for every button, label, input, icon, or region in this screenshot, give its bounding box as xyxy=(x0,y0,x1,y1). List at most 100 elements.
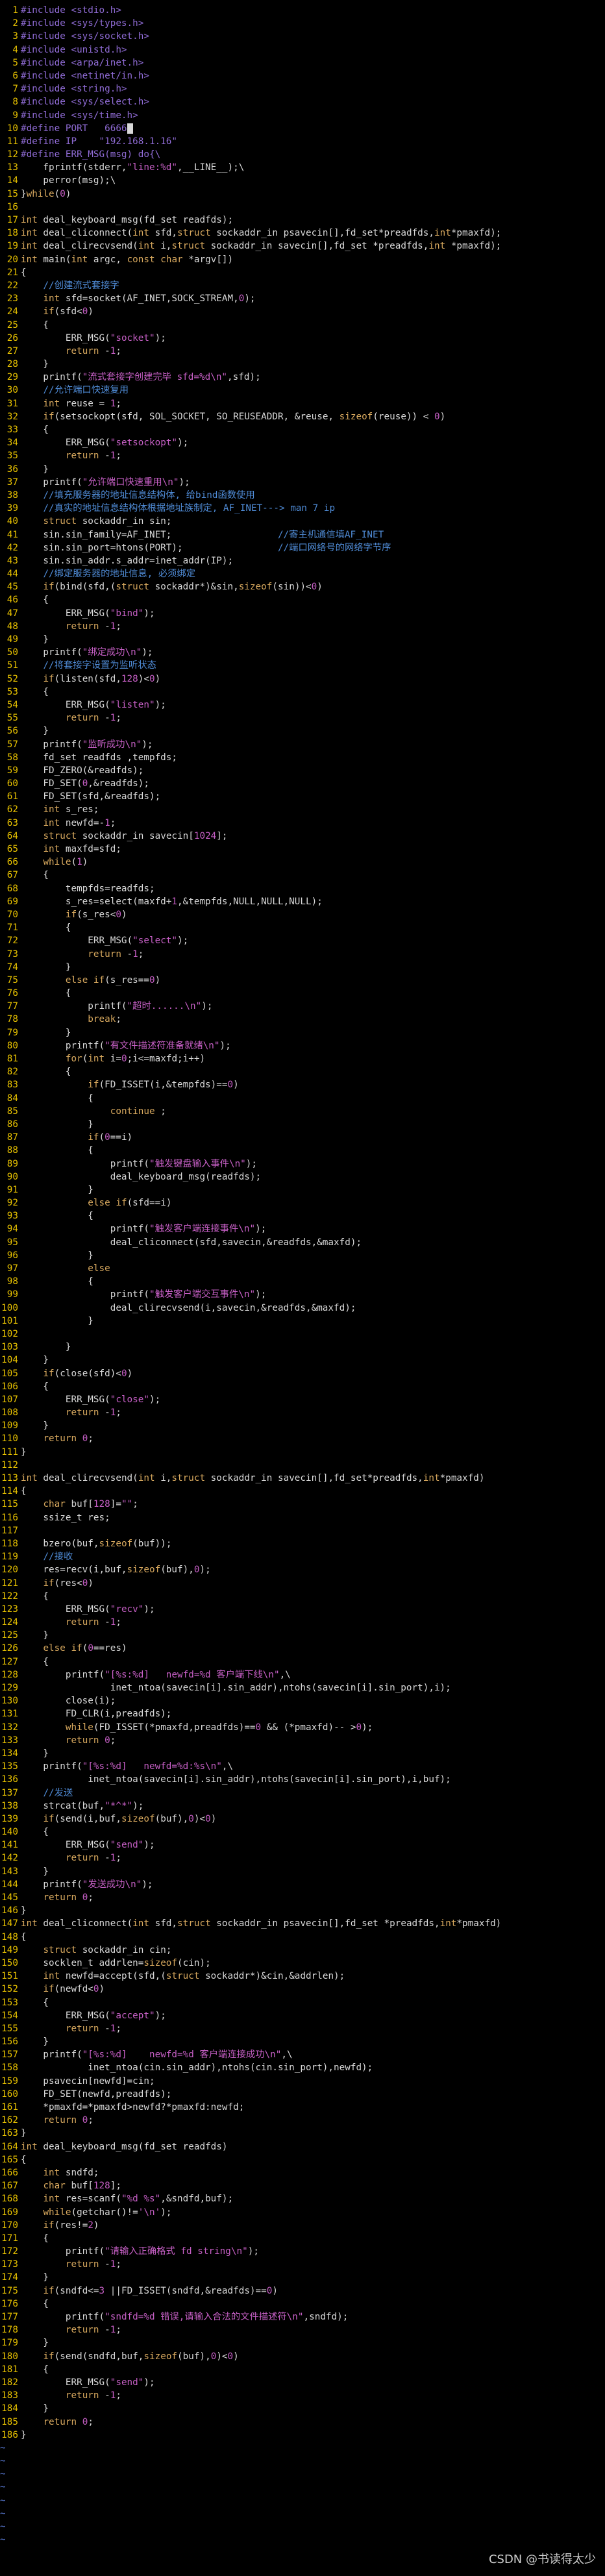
code-line[interactable]: 49 } xyxy=(0,633,605,646)
code-line[interactable]: 164 int deal_keyboard_msg(fd_set readfds) xyxy=(0,2140,605,2153)
code-line[interactable]: 163} xyxy=(0,2127,605,2140)
code-line[interactable]: 18 int deal_cliconnect(int sfd,struct soc… xyxy=(0,227,605,240)
code-line[interactable]: 150 socklen_t addrlen=sizeof(cin); xyxy=(0,1957,605,1970)
code-line[interactable]: 168 int res=scanf("%d %s",&sndfd,buf); xyxy=(0,2192,605,2205)
code-line[interactable]: 61 FD_SET(sfd,&readfds); xyxy=(0,790,605,803)
code-line[interactable]: 25 { xyxy=(0,319,605,332)
code-line[interactable]: 148{ xyxy=(0,1931,605,1944)
code-line[interactable]: 171 { xyxy=(0,2232,605,2245)
code-line[interactable]: 160 FD_SET(newfd,preadfds); xyxy=(0,2088,605,2101)
code-line[interactable]: 181 { xyxy=(0,2363,605,2376)
code-line[interactable]: 156 } xyxy=(0,2035,605,2048)
code-line[interactable]: 108 return -1; xyxy=(0,1406,605,1419)
code-line[interactable]: 63 int newfd=-1; xyxy=(0,817,605,830)
code-line[interactable]: 179 } xyxy=(0,2336,605,2349)
code-line[interactable]: 65 int maxfd=sfd; xyxy=(0,843,605,856)
code-line[interactable]: 90 deal_keyboard_msg(readfds); xyxy=(0,1170,605,1183)
code-line[interactable]: 32 if(setsockopt(sfd, SOL_SOCKET, SO_REU… xyxy=(0,410,605,423)
code-line[interactable]: 114{ xyxy=(0,1485,605,1498)
code-line[interactable]: 43 sin.sin_addr.s_addr=inet_addr(IP); xyxy=(0,554,605,567)
code-line[interactable]: 138 strcat(buf,"*^*"); xyxy=(0,1800,605,1813)
code-line[interactable]: 7 #include <string.h> xyxy=(0,82,605,95)
code-line[interactable]: 15}while(0) xyxy=(0,188,605,201)
code-line[interactable]: 78 break; xyxy=(0,1013,605,1026)
code-line[interactable]: 35 return -1; xyxy=(0,449,605,462)
code-line[interactable]: 117 xyxy=(0,1524,605,1537)
code-line[interactable]: 45 if(bind(sfd,(struct sockaddr*)&sin,si… xyxy=(0,580,605,593)
code-editor[interactable]: 1 #include <stdio.h> 2 #include <sys/types.… xyxy=(0,0,605,2576)
code-line[interactable]: 170 if(res!=2) xyxy=(0,2219,605,2232)
code-line[interactable]: 134 } xyxy=(0,1747,605,1760)
code-line[interactable]: 169 while(getchar()!='\n'); xyxy=(0,2206,605,2219)
code-line[interactable]: 155 return -1; xyxy=(0,2022,605,2035)
code-line[interactable]: 146} xyxy=(0,1904,605,1917)
code-line[interactable]: 29 printf("流式套接字创建完毕 sfd=%d\n",sfd); xyxy=(0,371,605,384)
code-line[interactable]: 99 printf("触发客户端交互事件\n"); xyxy=(0,1288,605,1301)
code-line[interactable]: 3 #include <sys/socket.h> xyxy=(0,30,605,43)
code-line[interactable]: 52 if(listen(sfd,128)<0) xyxy=(0,673,605,686)
code-line[interactable]: 94 printf("触发客户端连接事件\n"); xyxy=(0,1222,605,1235)
code-line[interactable]: 20 int main(int argc, const char *argv[]) xyxy=(0,253,605,266)
code-line[interactable]: 123 ERR_MSG("recv"); xyxy=(0,1603,605,1616)
code-line[interactable]: 88 { xyxy=(0,1144,605,1157)
code-line[interactable]: 104 } xyxy=(0,1354,605,1367)
code-line[interactable]: 184 } xyxy=(0,2402,605,2415)
code-line[interactable]: 162 return 0; xyxy=(0,2114,605,2127)
code-line[interactable]: 6 #include <netinet/in.h> xyxy=(0,69,605,82)
code-line[interactable]: 16 xyxy=(0,201,605,214)
code-line[interactable]: 140 { xyxy=(0,1826,605,1839)
code-line[interactable]: 64 struct sockaddr_in savecin[1024]; xyxy=(0,830,605,843)
code-line[interactable]: 135 printf("[%s:%d] newfd=%d:%s\n",\ xyxy=(0,1760,605,1773)
code-line[interactable]: 13 fprintf(stderr,"line:%d",__LINE__);\ xyxy=(0,161,605,174)
code-line[interactable]: 137 //发送 xyxy=(0,1787,605,1800)
code-line[interactable]: 152 if(newfd<0) xyxy=(0,1983,605,1996)
code-line[interactable]: 46 { xyxy=(0,593,605,606)
code-line[interactable]: 31 int reuse = 1; xyxy=(0,397,605,410)
code-line[interactable]: 83 if(FD_ISSET(i,&tempfds)==0) xyxy=(0,1078,605,1091)
code-line[interactable]: 9 #include <sys/time.h> xyxy=(0,109,605,122)
code-line[interactable]: 174 } xyxy=(0,2271,605,2284)
code-line[interactable]: 93 { xyxy=(0,1209,605,1222)
code-line[interactable]: 176 { xyxy=(0,2297,605,2310)
code-line[interactable]: 98 { xyxy=(0,1275,605,1288)
code-line[interactable]: 30 //允许端口快速复用 xyxy=(0,384,605,397)
code-line[interactable]: 24 if(sfd<0) xyxy=(0,305,605,318)
code-line[interactable]: 149 struct sockaddr_in cin; xyxy=(0,1944,605,1957)
code-line[interactable]: 48 return -1; xyxy=(0,620,605,633)
code-line[interactable]: 177 printf("sndfd=%d 错误,请输入合法的文件描述符\n",s… xyxy=(0,2310,605,2323)
code-line[interactable]: 77 printf("超时......\n"); xyxy=(0,1000,605,1013)
code-line[interactable]: 100 deal_clirecvsend(i,savecin,&readfds,… xyxy=(0,1302,605,1315)
code-line[interactable]: 145 return 0; xyxy=(0,1891,605,1904)
code-line[interactable]: 33 { xyxy=(0,423,605,436)
code-line[interactable]: 127 { xyxy=(0,1655,605,1668)
code-line[interactable]: 53 { xyxy=(0,686,605,699)
code-line[interactable]: 42 sin.sin_port=htons(PORT); //端口网络号的网络字… xyxy=(0,541,605,554)
code-line[interactable]: 129 inet_ntoa(savecin[i].sin_addr),ntohs… xyxy=(0,1681,605,1694)
code-line[interactable]: 62 int s_res; xyxy=(0,803,605,816)
code-line[interactable]: 39 //真实的地址信息结构体根据地址族制定, AF_INET---> man … xyxy=(0,502,605,515)
code-line[interactable]: 186} xyxy=(0,2429,605,2442)
code-line[interactable]: 80 printf("有文件描述符准备就绪\n"); xyxy=(0,1039,605,1052)
code-line[interactable]: 26 ERR_MSG("socket"); xyxy=(0,332,605,345)
code-line[interactable]: 124 return -1; xyxy=(0,1616,605,1629)
code-line[interactable]: 59 FD_ZERO(&readfds); xyxy=(0,764,605,777)
code-line[interactable]: 82 { xyxy=(0,1065,605,1078)
code-line[interactable]: 110 return 0; xyxy=(0,1432,605,1445)
code-line[interactable]: 159 psavecin[newfd]=cin; xyxy=(0,2075,605,2088)
code-line[interactable]: 112 xyxy=(0,1459,605,1472)
code-line[interactable]: 143 } xyxy=(0,1865,605,1878)
code-line[interactable]: 56 } xyxy=(0,724,605,737)
code-line[interactable]: 139 if(send(i,buf,sizeof(buf),0)<0) xyxy=(0,1813,605,1826)
code-line[interactable]: 180 if(send(sndfd,buf,sizeof(buf),0)<0) xyxy=(0,2350,605,2363)
code-line[interactable]: 19 int deal_clirecvsend(int i,struct sock… xyxy=(0,240,605,253)
code-line[interactable]: 72 ERR_MSG("select"); xyxy=(0,934,605,947)
code-line[interactable]: 118 bzero(buf,sizeof(buf)); xyxy=(0,1537,605,1550)
code-line[interactable]: 97 else xyxy=(0,1262,605,1275)
code-line[interactable]: 38 //填充服务器的地址信息结构体, 给bind函数使用 xyxy=(0,489,605,502)
code-line[interactable]: 161 *pmaxfd=*pmaxfd>newfd?*pmaxfd:newfd; xyxy=(0,2101,605,2114)
code-line[interactable]: 101 } xyxy=(0,1315,605,1328)
code-line[interactable]: 44 //绑定服务器的地址信息, 必须绑定 xyxy=(0,567,605,580)
code-line[interactable]: 10 #define PORT 6666 xyxy=(0,122,605,135)
code-line[interactable]: 178 return -1; xyxy=(0,2323,605,2336)
code-line[interactable]: 8 #include <sys/select.h> xyxy=(0,95,605,108)
